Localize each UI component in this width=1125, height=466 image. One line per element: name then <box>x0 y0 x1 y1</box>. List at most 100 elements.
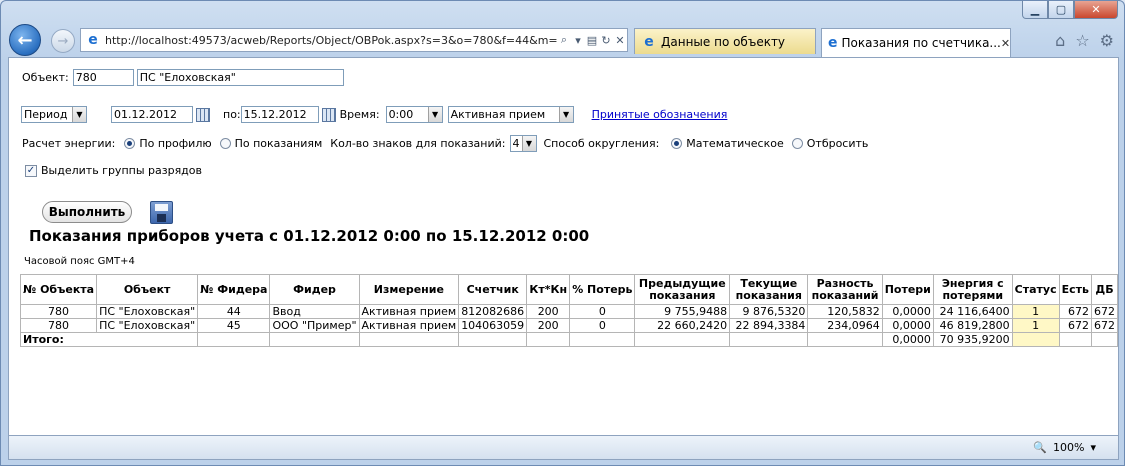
time-label: Время: <box>339 108 380 121</box>
col-loss-pct: % Потерь <box>569 274 636 305</box>
ie-tab-icon: e <box>828 35 838 51</box>
cell-status: 1 <box>1011 318 1060 333</box>
arrow-right-icon: → <box>57 33 69 49</box>
dropdown-icon[interactable]: ▾ <box>571 34 585 47</box>
timezone-label: Часовой пояс GMT+4 <box>24 256 135 267</box>
cell-db: 672 <box>1090 318 1118 333</box>
cell-obj-no: 780 <box>19 318 98 333</box>
zoom-control[interactable]: 🔍 100% ▾ <box>1033 441 1096 454</box>
ie-page-icon: e <box>88 32 98 48</box>
calendar-icon[interactable] <box>196 107 210 122</box>
home-icon[interactable]: ⌂ <box>1055 31 1065 50</box>
cell-object: ПС "Елоховская" <box>96 318 199 333</box>
date-from-input[interactable] <box>111 106 193 123</box>
cell-losses: 0,0000 <box>881 318 934 333</box>
col-obj-no: № Объекта <box>19 274 98 305</box>
cell-measure: Активная прием <box>358 318 460 333</box>
favorites-star-icon[interactable]: ☆ <box>1075 31 1089 50</box>
save-icon[interactable] <box>150 201 173 224</box>
cell-prev: 9 755,9488 <box>634 304 731 319</box>
close-tab-icon[interactable]: ✕ <box>1001 37 1010 50</box>
cell-est: 672 <box>1058 318 1092 333</box>
total-energy: 70 935,9200 <box>932 332 1013 347</box>
browser-window: ▁ ▢ ✕ ← → e http://localhost:49573/acweb… <box>0 0 1125 466</box>
tab-meter-readings[interactable]: e Показания по счетчика... ✕ <box>821 28 1011 57</box>
table-row[interactable]: 780 ПС "Елоховская" 44 Ввод Активная при… <box>19 304 1118 319</box>
date-to-input[interactable] <box>240 106 319 123</box>
address-bar[interactable]: e http://localhost:49573/acweb/Reports/O… <box>80 28 628 52</box>
maximize-button[interactable]: ▢ <box>1048 1 1074 19</box>
period-select[interactable]: Период ▼ <box>21 106 87 123</box>
cell-meter: 104063059 <box>458 318 528 333</box>
col-energy: Энергия с потерями <box>932 274 1013 305</box>
cell-diff: 120,5832 <box>807 304 883 319</box>
object-label: Объект: <box>22 71 69 84</box>
cell-est: 672 <box>1058 304 1092 319</box>
zoom-level: 100% <box>1053 441 1085 454</box>
zoom-icon: 🔍 <box>1033 441 1048 454</box>
col-prev: Предыдущие показания <box>634 274 731 305</box>
url-text[interactable]: http://localhost:49573/acweb/Reports/Obj… <box>105 34 557 47</box>
compat-view-icon[interactable]: ▤ <box>585 34 599 47</box>
total-label: Итого: <box>19 332 199 347</box>
radio-rounding-drop[interactable] <box>791 138 803 149</box>
status-bar: 🔍 100% ▾ <box>8 436 1119 460</box>
cell-meter: 812082686 <box>458 304 528 319</box>
chevron-down-icon: ▼ <box>521 136 536 151</box>
table-header-row: № Объекта Объект № Фидера Фидер Измерени… <box>19 274 1118 305</box>
cell-curr: 22 894,3384 <box>729 318 809 333</box>
navigation-bar: ← → e http://localhost:49573/acweb/Repor… <box>1 23 1124 57</box>
rounding-label: Способ округления: <box>543 137 660 150</box>
cell-prev: 22 660,2420 <box>634 318 731 333</box>
by-readings-label: По показаниям <box>234 137 323 150</box>
col-feeder-no: № Фидера <box>197 274 271 305</box>
cell-feeder-no: 45 <box>197 318 271 333</box>
digits-select[interactable]: 4 ▼ <box>509 135 537 152</box>
col-curr: Текущие показания <box>729 274 809 305</box>
ie-tab-icon: e <box>644 33 654 50</box>
refresh-icon[interactable]: ↻ <box>599 34 613 47</box>
col-measure: Измерение <box>358 274 460 305</box>
col-diff: Разность показаний <box>807 274 883 305</box>
cell-feeder: Ввод <box>269 304 360 319</box>
arrow-left-icon: ← <box>17 29 33 51</box>
minimize-button[interactable]: ▁ <box>1022 1 1048 19</box>
radio-by-profile[interactable] <box>124 138 136 149</box>
tab-object-data[interactable]: e Данные по объекту <box>634 28 816 54</box>
cell-energy: 24 116,6400 <box>932 304 1013 319</box>
chevron-down-icon: ▼ <box>427 107 442 122</box>
group-digits-checkbox[interactable]: ✓ <box>25 164 37 177</box>
back-button[interactable]: ← <box>9 24 41 56</box>
cell-curr: 9 876,5320 <box>729 304 809 319</box>
calendar-icon[interactable] <box>321 107 336 122</box>
radio-by-readings[interactable] <box>219 138 231 149</box>
cell-feeder-no: 44 <box>197 304 271 319</box>
search-icon[interactable]: ⌕ <box>557 33 571 47</box>
cell-loss-pct: 0 <box>569 304 636 319</box>
gear-icon[interactable]: ⚙ <box>1100 31 1114 50</box>
run-button[interactable]: Выполнить <box>42 201 132 223</box>
col-db: ДБ <box>1090 274 1118 305</box>
cell-ktkn: 200 <box>526 318 571 333</box>
radio-rounding-math[interactable] <box>671 138 683 149</box>
rounding-drop-label: Отбросить <box>806 137 869 150</box>
col-losses: Потери <box>881 274 934 305</box>
col-ktkn: Кт*Кн <box>526 274 571 305</box>
close-window-button[interactable]: ✕ <box>1074 1 1118 19</box>
total-losses: 0,0000 <box>881 332 934 347</box>
object-id-input[interactable] <box>72 69 134 86</box>
legend-link[interactable]: Принятые обозначения <box>592 108 728 121</box>
measurement-select[interactable]: Активная прием ▼ <box>447 106 574 123</box>
readings-table: № Объекта Объект № Фидера Фидер Измерени… <box>19 274 1118 347</box>
object-name-input[interactable] <box>136 69 344 86</box>
group-digits-label: Выделить группы разрядов <box>41 164 202 177</box>
forward-button[interactable]: → <box>51 29 75 53</box>
table-row[interactable]: 780 ПС "Елоховская" 45 ООО "Пример" Акти… <box>19 318 1118 333</box>
stop-icon[interactable]: ✕ <box>613 34 627 47</box>
chevron-down-icon: ▾ <box>1090 441 1096 454</box>
time-select[interactable]: 0:00 ▼ <box>385 106 443 123</box>
cell-diff: 234,0964 <box>807 318 883 333</box>
col-object: Объект <box>96 274 199 305</box>
cell-object: ПС "Елоховская" <box>96 304 199 319</box>
total-row: Итого: 0,0000 70 935,9200 <box>19 332 1118 347</box>
